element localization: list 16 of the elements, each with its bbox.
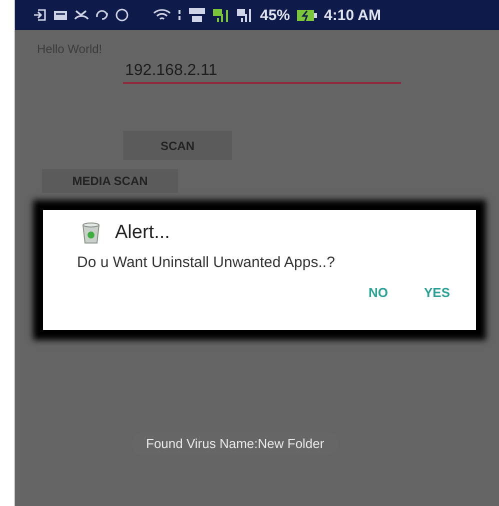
scan-button[interactable]: SCAN	[123, 131, 232, 160]
media-scan-button[interactable]: MEDIA SCAN	[42, 169, 178, 193]
recycle-bin-icon	[81, 222, 101, 244]
dialog-title: Alert...	[115, 222, 170, 244]
sign-in-icon	[33, 9, 47, 21]
sync-icon	[95, 9, 109, 21]
battery-percent: 45%	[260, 6, 290, 24]
signal-icon	[212, 8, 230, 22]
no-button[interactable]: NO	[368, 285, 388, 300]
clock: 4:10 AM	[324, 6, 381, 24]
yes-button[interactable]: YES	[424, 285, 450, 300]
dialog-message: Do u Want Uninstall Unwanted Apps..?	[77, 254, 336, 271]
signal-icon	[236, 8, 254, 22]
wifi-icon	[153, 8, 171, 22]
battery-charging-icon	[296, 8, 318, 22]
ip-input-field[interactable]: 192.168.2.11	[123, 60, 401, 84]
